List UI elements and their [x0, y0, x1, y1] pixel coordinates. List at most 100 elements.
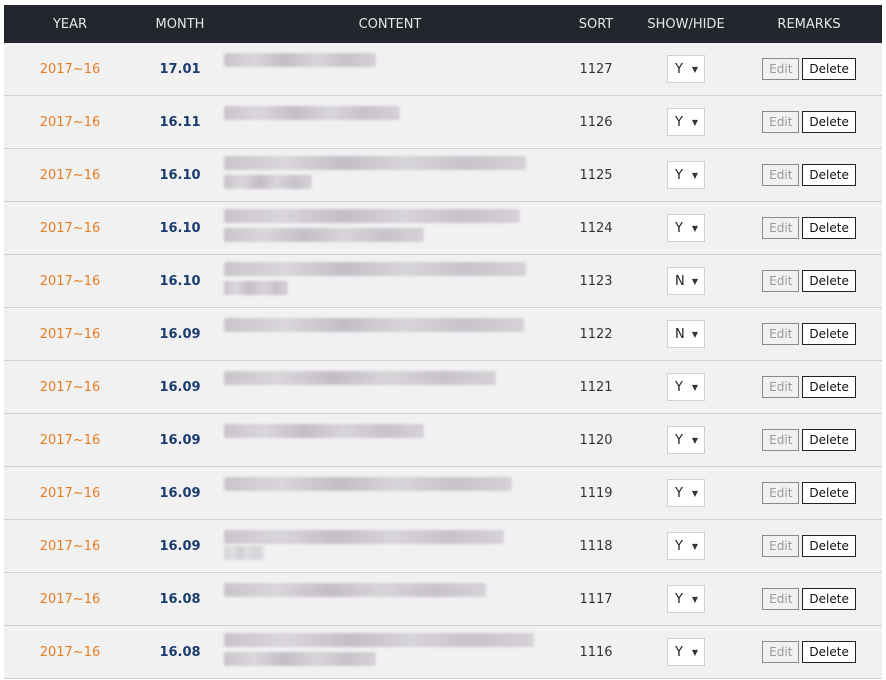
- row-month: 16.09: [159, 379, 201, 395]
- show-hide-select[interactable]: N ▼: [667, 320, 705, 348]
- edit-button[interactable]: Edit: [762, 429, 800, 451]
- row-year: 2017~16: [39, 538, 101, 554]
- row-year: 2017~16: [39, 114, 101, 130]
- table-row: 2017~16 16.10 1124 Y ▼ Edit Delete: [4, 202, 882, 255]
- delete-button[interactable]: Delete: [802, 270, 856, 292]
- chevron-down-icon: ▼: [691, 435, 698, 445]
- row-year: 2017~16: [39, 326, 101, 342]
- show-hide-select[interactable]: Y ▼: [667, 479, 705, 507]
- table-row: 2017~16 16.09 1118 Y ▼ Edit Delete: [4, 520, 882, 573]
- row-month: 16.08: [159, 644, 201, 660]
- header-remarks: REMARKS: [777, 16, 841, 32]
- delete-button[interactable]: Delete: [802, 641, 856, 663]
- row-month: 16.08: [159, 591, 201, 607]
- table-row: 2017~16 16.09 1122 N ▼ Edit Delete: [4, 308, 882, 361]
- row-year: 2017~16: [39, 432, 101, 448]
- row-year: 2017~16: [39, 61, 101, 77]
- chevron-down-icon: ▼: [691, 594, 698, 604]
- row-sort: 1116: [579, 644, 613, 660]
- row-content-redacted: [224, 526, 556, 566]
- edit-button[interactable]: Edit: [762, 641, 800, 663]
- delete-button[interactable]: Delete: [802, 429, 856, 451]
- delete-button[interactable]: Delete: [802, 323, 856, 345]
- row-sort: 1121: [579, 379, 613, 395]
- edit-button[interactable]: Edit: [762, 376, 800, 398]
- row-year: 2017~16: [39, 644, 101, 660]
- chevron-down-icon: ▼: [691, 382, 698, 392]
- chevron-down-icon: ▼: [691, 541, 698, 551]
- row-month: 17.01: [159, 61, 201, 77]
- header-content: CONTENT: [358, 16, 422, 32]
- table-row: 2017~16 17.01 1127 Y ▼ Edit Delete: [4, 43, 882, 96]
- row-month: 16.09: [159, 485, 201, 501]
- chevron-down-icon: ▼: [691, 170, 698, 180]
- table-row: 2017~16 16.08 1117 Y ▼ Edit Delete: [4, 573, 882, 626]
- table-row: 2017~16 16.09 1119 Y ▼ Edit Delete: [4, 467, 882, 520]
- row-month: 16.10: [159, 167, 201, 183]
- delete-button[interactable]: Delete: [802, 482, 856, 504]
- row-month: 16.10: [159, 273, 201, 289]
- row-sort: 1118: [579, 538, 613, 554]
- row-content-redacted: [224, 49, 556, 89]
- delete-button[interactable]: Delete: [802, 164, 856, 186]
- edit-button[interactable]: Edit: [762, 323, 800, 345]
- edit-button[interactable]: Edit: [762, 111, 800, 133]
- show-hide-select[interactable]: Y ▼: [667, 532, 705, 560]
- show-hide-select[interactable]: Y ▼: [667, 55, 705, 83]
- chevron-down-icon: ▼: [691, 647, 698, 657]
- table-header: YEAR MONTH CONTENT SORT SHOW/HIDE REMARK…: [4, 5, 882, 43]
- row-year: 2017~16: [39, 273, 101, 289]
- row-sort: 1122: [579, 326, 613, 342]
- row-month: 16.09: [159, 538, 201, 554]
- delete-button[interactable]: Delete: [802, 588, 856, 610]
- row-sort: 1123: [579, 273, 613, 289]
- show-hide-select[interactable]: Y ▼: [667, 638, 705, 666]
- row-month: 16.09: [159, 326, 201, 342]
- row-content-redacted: [224, 632, 556, 672]
- table-row: 2017~16 16.10 1125 Y ▼ Edit Delete: [4, 149, 882, 202]
- row-sort: 1126: [579, 114, 613, 130]
- edit-button[interactable]: Edit: [762, 270, 800, 292]
- row-year: 2017~16: [39, 220, 101, 236]
- edit-button[interactable]: Edit: [762, 217, 800, 239]
- row-year: 2017~16: [39, 379, 101, 395]
- delete-button[interactable]: Delete: [802, 217, 856, 239]
- chevron-down-icon: ▼: [691, 223, 698, 233]
- delete-button[interactable]: Delete: [802, 376, 856, 398]
- table-row: 2017~16 16.11 1126 Y ▼ Edit Delete: [4, 96, 882, 149]
- show-hide-select[interactable]: Y ▼: [667, 585, 705, 613]
- edit-button[interactable]: Edit: [762, 588, 800, 610]
- show-hide-select[interactable]: N ▼: [667, 267, 705, 295]
- show-hide-select[interactable]: Y ▼: [667, 214, 705, 242]
- row-month: 16.11: [159, 114, 201, 130]
- edit-button[interactable]: Edit: [762, 482, 800, 504]
- row-sort: 1125: [579, 167, 613, 183]
- table-row: 2017~16 16.09 1120 Y ▼ Edit Delete: [4, 414, 882, 467]
- show-hide-select[interactable]: Y ▼: [667, 373, 705, 401]
- delete-button[interactable]: Delete: [802, 58, 856, 80]
- header-year: YEAR: [52, 16, 88, 32]
- edit-button[interactable]: Edit: [762, 535, 800, 557]
- edit-button[interactable]: Edit: [762, 164, 800, 186]
- row-year: 2017~16: [39, 591, 101, 607]
- row-content-redacted: [224, 579, 556, 619]
- row-content-redacted: [224, 208, 556, 248]
- chevron-down-icon: ▼: [691, 329, 698, 339]
- show-hide-select[interactable]: Y ▼: [667, 161, 705, 189]
- delete-button[interactable]: Delete: [802, 535, 856, 557]
- row-year: 2017~16: [39, 485, 101, 501]
- show-hide-select[interactable]: Y ▼: [667, 108, 705, 136]
- edit-button[interactable]: Edit: [762, 58, 800, 80]
- row-content-redacted: [224, 367, 556, 407]
- row-content-redacted: [224, 261, 556, 301]
- chevron-down-icon: ▼: [691, 117, 698, 127]
- row-sort: 1127: [579, 61, 613, 77]
- row-content-redacted: [224, 155, 556, 195]
- row-content-redacted: [224, 314, 556, 354]
- row-sort: 1119: [579, 485, 613, 501]
- header-month: MONTH: [155, 16, 205, 32]
- show-hide-select[interactable]: Y ▼: [667, 426, 705, 454]
- row-sort: 1117: [579, 591, 613, 607]
- table-row: 2017~16 16.10 1123 N ▼ Edit Delete: [4, 255, 882, 308]
- delete-button[interactable]: Delete: [802, 111, 856, 133]
